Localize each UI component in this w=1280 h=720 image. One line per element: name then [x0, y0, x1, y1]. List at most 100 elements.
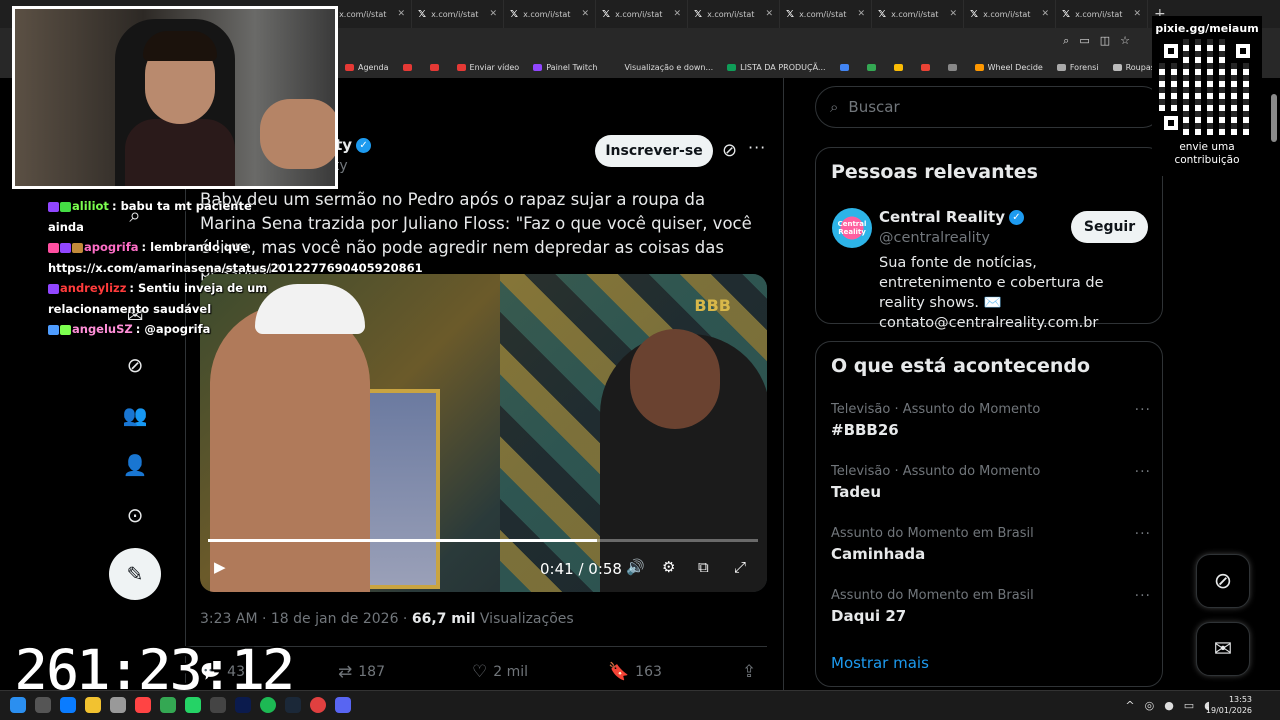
- bookmark-item[interactable]: [920, 63, 934, 71]
- share-button[interactable]: ⇪: [742, 662, 756, 682]
- bookmark-star-icon[interactable]: ☆: [1120, 34, 1130, 48]
- trend-more-icon[interactable]: ···: [1135, 588, 1151, 604]
- battery-icon[interactable]: ▭: [1184, 699, 1194, 712]
- app-icon[interactable]: [110, 697, 126, 713]
- trend-item[interactable]: Televisão · Assunto do Momento Tadeu ···: [831, 464, 1151, 501]
- app-icon[interactable]: [210, 697, 226, 713]
- browser-tab[interactable]: 𝕏x.com/i/stat ✕: [596, 0, 688, 28]
- bookmark-item[interactable]: Enviar vídeo: [456, 63, 519, 72]
- picture-in-picture-icon[interactable]: ⧉: [698, 558, 709, 576]
- chat-username[interactable]: aliliot: [72, 199, 109, 213]
- taskbar-clock[interactable]: 13:53 19/01/2026: [1206, 694, 1252, 716]
- tab-close-icon[interactable]: ✕: [1041, 9, 1049, 19]
- browser-tab[interactable]: 𝕏x.com/i/stat ✕: [412, 0, 504, 28]
- steam-icon[interactable]: [285, 697, 301, 713]
- bookmark-item[interactable]: LISTA DA PRODUÇÃ...: [727, 63, 826, 72]
- follow-button[interactable]: Seguir: [1071, 211, 1148, 243]
- browser-tab[interactable]: 𝕏x.com/i/stat ✕: [780, 0, 872, 28]
- zoom-icon[interactable]: ⌕: [1063, 34, 1069, 48]
- chat-username[interactable]: apogrifa: [84, 240, 139, 254]
- relevant-name[interactable]: Central Reality ✓: [879, 208, 1024, 226]
- tab-close-icon[interactable]: ✕: [857, 9, 865, 19]
- spotify-icon[interactable]: [260, 697, 276, 713]
- trend-more-icon[interactable]: ···: [1135, 526, 1151, 542]
- search-input[interactable]: ⌕ Buscar: [815, 86, 1163, 128]
- trend-item[interactable]: Assunto do Momento em Brasil Daqui 27 ···: [831, 588, 1151, 625]
- browser-tab[interactable]: 𝕏x.com/i/stat ✕: [964, 0, 1056, 28]
- browser-tab[interactable]: 𝕏x.com/i/stat ✕: [872, 0, 964, 28]
- tab-close-icon[interactable]: ✕: [673, 9, 681, 19]
- trend-more-icon[interactable]: ···: [1135, 402, 1151, 418]
- play-icon[interactable]: ▶: [214, 558, 226, 576]
- tab-close-icon[interactable]: ✕: [581, 9, 589, 19]
- video-progress-bar[interactable]: [208, 539, 758, 542]
- bookmark-item[interactable]: Painel Twitch: [533, 63, 597, 72]
- bookmark-item[interactable]: [402, 63, 416, 71]
- fullscreen-icon[interactable]: ⤢: [734, 558, 746, 576]
- bookmark-item[interactable]: [866, 63, 880, 71]
- tab-close-icon[interactable]: ✕: [765, 9, 773, 19]
- chat-username[interactable]: andreylizz: [60, 281, 126, 295]
- trend-context: Assunto do Momento em Brasil: [831, 588, 1034, 603]
- page-scrollbar[interactable]: [1271, 82, 1277, 682]
- chat-username[interactable]: angeluSZ: [72, 322, 133, 336]
- browser-tab[interactable]: 𝕏x.com/i/stat ✕: [688, 0, 780, 28]
- repost-button[interactable]: ⇄ 187: [338, 662, 385, 682]
- tab-close-icon[interactable]: ✕: [1133, 9, 1141, 19]
- edge-icon[interactable]: [60, 697, 76, 713]
- file-explorer-icon[interactable]: [85, 697, 101, 713]
- bookmark-item[interactable]: [893, 63, 907, 71]
- bookmark-item[interactable]: Visualização e down...: [611, 63, 713, 72]
- settings-gear-icon[interactable]: ⚙: [662, 558, 675, 576]
- start-icon[interactable]: [10, 697, 26, 713]
- discord-icon[interactable]: [335, 697, 351, 713]
- relevant-handle[interactable]: @centralreality: [879, 230, 990, 246]
- messages-floating-button[interactable]: ✉: [1196, 622, 1250, 676]
- bookmark-item[interactable]: [839, 63, 853, 71]
- chrome-icon[interactable]: [160, 697, 176, 713]
- tab-close-icon[interactable]: ✕: [489, 9, 497, 19]
- trend-more-icon[interactable]: ···: [1135, 464, 1151, 480]
- more-options-icon[interactable]: ⊙: [122, 502, 148, 528]
- bookmark-item[interactable]: Agenda: [345, 63, 389, 72]
- bookmark-item[interactable]: Wheel Decide: [974, 63, 1043, 72]
- bookmark-item[interactable]: [429, 63, 443, 71]
- bookmark-button[interactable]: 🔖 163: [608, 662, 662, 682]
- trend-context: Televisão · Assunto do Momento: [831, 464, 1041, 479]
- streamer-webcam: [12, 6, 338, 189]
- bookmark-item[interactable]: [947, 63, 961, 71]
- subscribe-button[interactable]: Inscrever-se: [595, 135, 713, 167]
- central-reality-avatar[interactable]: Central Reality: [832, 208, 872, 248]
- tray-chevron-icon[interactable]: ^: [1125, 699, 1134, 712]
- profile-icon[interactable]: 👤: [122, 452, 148, 478]
- tab-close-icon[interactable]: ✕: [949, 9, 957, 19]
- bookmark-item[interactable]: Forensi: [1056, 63, 1099, 72]
- compose-post-button[interactable]: ✎: [109, 548, 161, 600]
- app-icon[interactable]: [135, 697, 151, 713]
- search-icon[interactable]: [35, 697, 51, 713]
- translate-icon[interactable]: ◫: [1100, 34, 1110, 48]
- grok-icon[interactable]: ⊘: [122, 352, 148, 378]
- photoshop-icon[interactable]: [235, 697, 251, 713]
- trend-item[interactable]: Televisão · Assunto do Momento #BBB26 ···: [831, 402, 1151, 439]
- show-more-link[interactable]: Mostrar mais: [831, 654, 929, 672]
- tweet-timestamp[interactable]: 3:23 AM · 18 de jan de 2026 ·: [200, 611, 412, 627]
- volume-icon[interactable]: 🔊: [626, 558, 645, 576]
- like-button[interactable]: ♡ 2 mil: [472, 662, 528, 682]
- whatsapp-icon[interactable]: [185, 697, 201, 713]
- scrollbar-thumb[interactable]: [1271, 94, 1277, 142]
- grok-floating-button[interactable]: ⊘: [1196, 554, 1250, 608]
- x-logo-icon: 𝕏: [602, 8, 611, 20]
- grok-explain-icon[interactable]: ⊘: [722, 140, 737, 161]
- tab-close-icon[interactable]: ✕: [397, 9, 405, 19]
- trend-item[interactable]: Assunto do Momento em Brasil Caminhada ···: [831, 526, 1151, 563]
- network-icon[interactable]: ◎: [1145, 699, 1155, 712]
- obs-icon[interactable]: [310, 697, 326, 713]
- communities-icon[interactable]: 👥: [122, 402, 148, 428]
- browser-tab[interactable]: 𝕏x.com/i/stat ✕: [1056, 0, 1148, 28]
- mic-icon[interactable]: ●: [1164, 699, 1174, 712]
- browser-tab[interactable]: 𝕏x.com/i/stat ✕: [504, 0, 596, 28]
- cast-icon[interactable]: ▭: [1079, 34, 1089, 48]
- tweet-more-icon[interactable]: ···: [748, 138, 766, 157]
- relevant-bio: Sua fonte de notícias, entretenimento e …: [879, 255, 1104, 331]
